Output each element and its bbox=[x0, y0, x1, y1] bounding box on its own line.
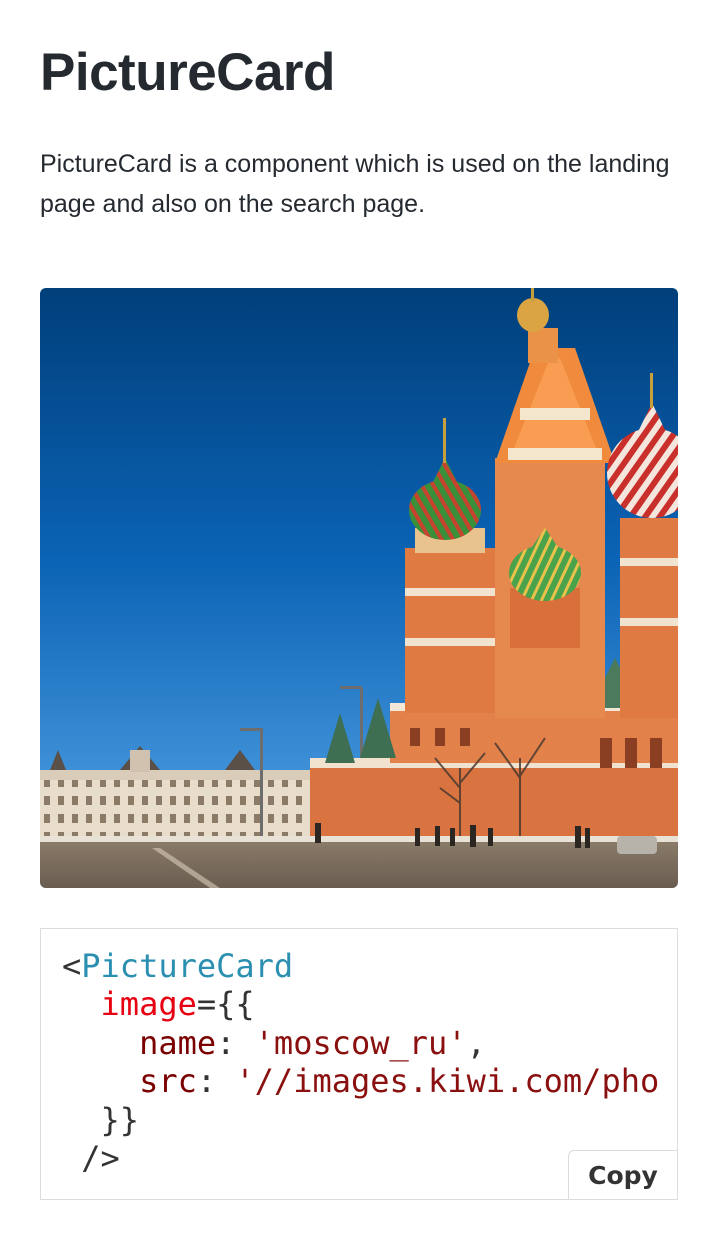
code-line: <PictureCard bbox=[62, 947, 293, 985]
code-token-str: 'moscow_ru' bbox=[254, 1023, 467, 1062]
code-token-key: src bbox=[139, 1062, 197, 1101]
code-block[interactable]: <PictureCard image={{ name: 'moscow_ru',… bbox=[62, 947, 659, 1177]
code-token-punct: /> bbox=[62, 1139, 120, 1178]
code-token-punct: ={{ bbox=[196, 985, 255, 1024]
code-token-key: name bbox=[139, 1023, 217, 1062]
page-description: PictureCard is a component which is used… bbox=[40, 150, 670, 218]
code-token-punct: < bbox=[62, 947, 82, 985]
code-token-punct: }} bbox=[62, 1100, 140, 1139]
copy-button[interactable]: Copy bbox=[568, 1150, 677, 1199]
code-token-attr: image bbox=[100, 985, 197, 1024]
code-token-punct: : bbox=[196, 1062, 236, 1101]
code-token-punct: , bbox=[466, 1023, 486, 1062]
code-token-punct bbox=[62, 1024, 139, 1062]
code-example-panel: <PictureCard image={{ name: 'moscow_ru',… bbox=[40, 928, 678, 1200]
code-token-str: '//images.kiwi.com/pho bbox=[235, 1062, 660, 1101]
picture-card-image[interactable] bbox=[40, 288, 678, 888]
code-token-punct bbox=[62, 985, 101, 1023]
code-line: image={{ bbox=[62, 985, 255, 1023]
code-token-punct bbox=[62, 1062, 139, 1100]
code-token-punct: : bbox=[216, 1023, 255, 1062]
moscow-cathedral-illustration bbox=[40, 288, 678, 888]
code-token-tag: PictureCard bbox=[81, 947, 294, 985]
code-line: }} bbox=[62, 1100, 140, 1139]
code-line: /> bbox=[62, 1139, 120, 1177]
code-line: name: 'moscow_ru', bbox=[62, 1024, 486, 1062]
code-line: src: '//images.kiwi.com/pho bbox=[62, 1062, 659, 1100]
page-title: PictureCard bbox=[40, 43, 335, 102]
